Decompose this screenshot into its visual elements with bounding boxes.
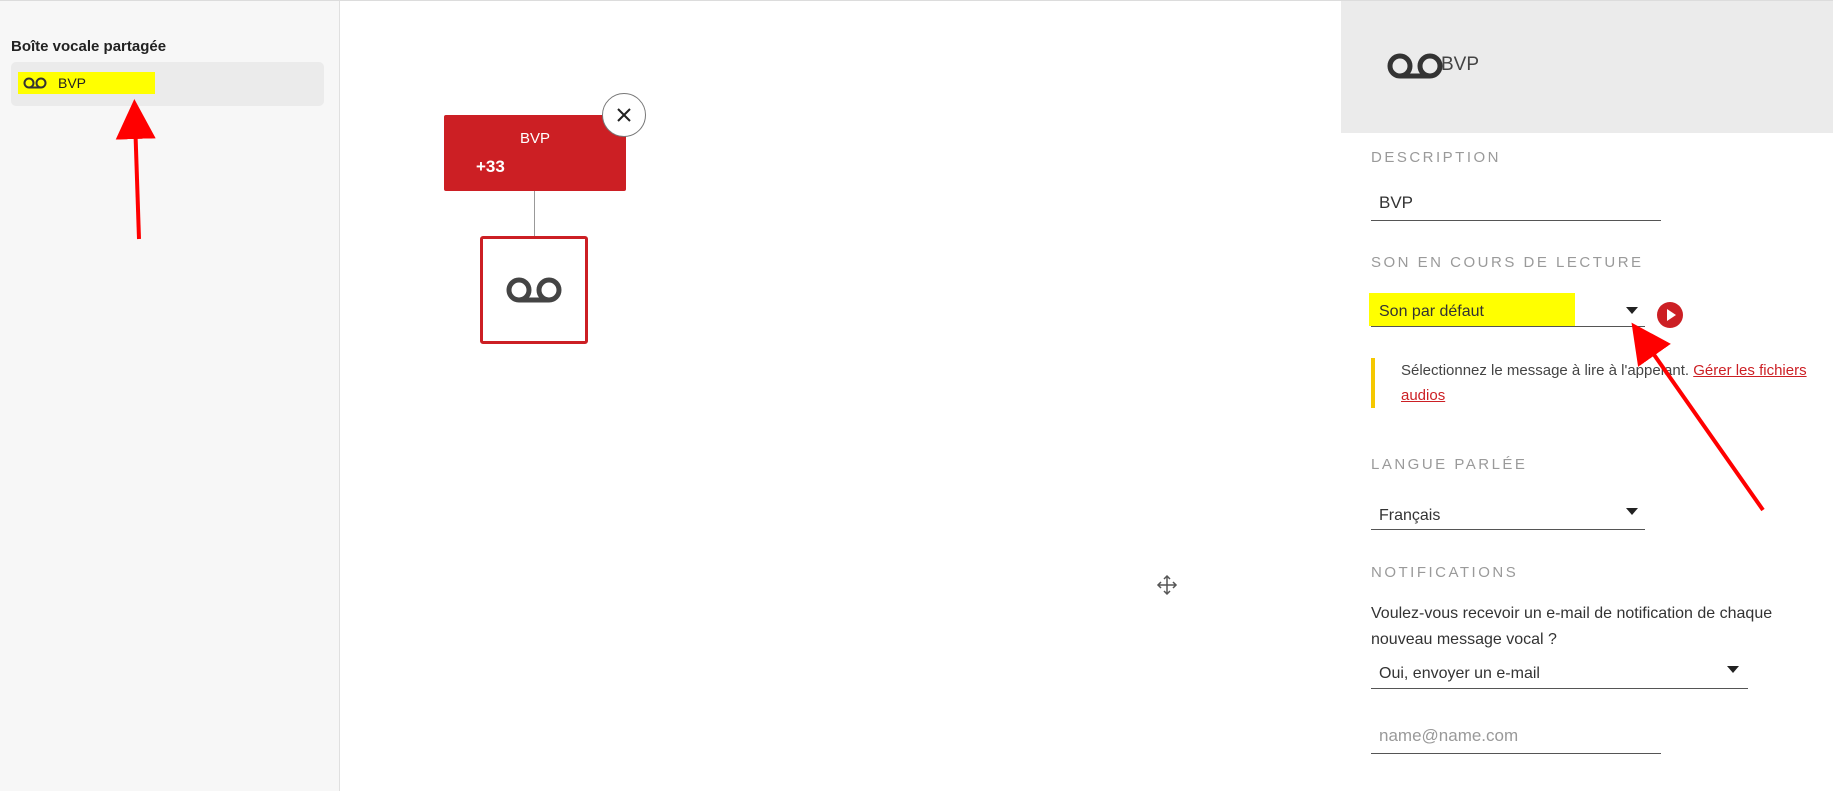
sidebar: Boîte vocale partagée BVP [0,1,340,791]
hint-text: Sélectionnez le message à lire à l'appel… [1401,362,1694,379]
language-label: LANGUE PARLÉE [1371,456,1528,473]
flow-node-voicemail[interactable] [480,236,588,344]
voicemail-icon [1387,53,1443,79]
notifications-select[interactable]: Oui, envoyer un e-mail [1371,655,1748,689]
notifications-question: Voulez-vous recevoir un e-mail de notifi… [1371,605,1773,648]
language-select[interactable]: Français [1371,496,1645,530]
chevron-down-icon [1727,666,1739,673]
email-field[interactable]: name@name.com [1371,718,1661,754]
node-number: +33 [476,157,505,176]
play-sound-button[interactable] [1657,302,1683,328]
voicemail-icon [23,77,47,89]
notifications-label: NOTIFICATIONS [1371,564,1519,581]
sound-selected: Son par défaut [1379,303,1484,320]
sound-hint: Sélectionnez le message à lire à l'appel… [1371,358,1811,408]
email-placeholder: name@name.com [1379,726,1519,745]
play-icon [1667,309,1676,321]
panel-header: BVP [1341,1,1833,133]
sidebar-title: Boîte vocale partagée [11,38,167,55]
language-selected: Français [1379,507,1441,524]
chevron-down-icon [1626,307,1638,314]
flow-node-number[interactable]: BVP +33 [444,115,626,191]
sound-label: SON EN COURS DE LECTURE [1371,254,1644,271]
description-input[interactable]: BVP [1371,187,1661,221]
sidebar-item-label: BVP [58,75,87,91]
chevron-down-icon [1626,508,1638,515]
app-window: Boîte vocale partagée BVP BVP +33 BVP DE… [0,0,1833,791]
flow-canvas[interactable]: BVP +33 [341,1,1341,791]
description-value: BVP [1379,193,1414,212]
move-icon[interactable] [1156,574,1178,596]
properties-panel: BVP DESCRIPTION BVP SON EN COURS DE LECT… [1341,1,1833,791]
node-connector [534,191,535,236]
voicemail-icon [506,277,562,303]
notifications-selected: Oui, envoyer un e-mail [1379,665,1540,682]
close-icon [617,108,631,122]
sidebar-item-bvp[interactable]: BVP [11,62,324,106]
panel-title: BVP [1441,54,1480,75]
sound-select[interactable]: Son par défaut [1369,293,1645,327]
close-node-button[interactable] [602,93,646,137]
description-label: DESCRIPTION [1371,149,1502,166]
node-title: BVP [519,130,550,147]
